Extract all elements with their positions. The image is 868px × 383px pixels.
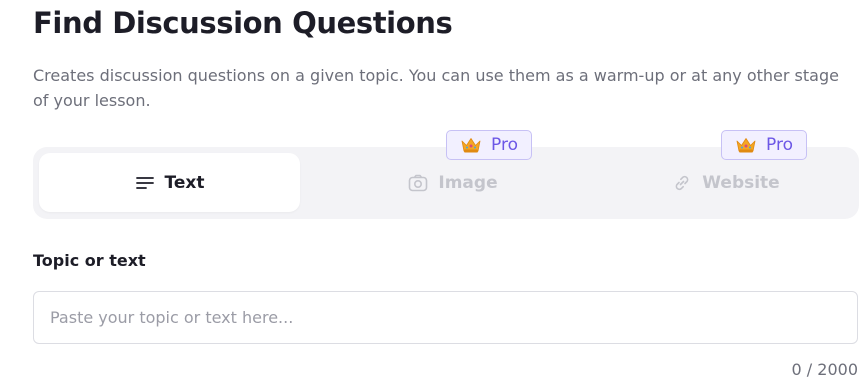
topic-input[interactable] <box>33 291 858 344</box>
pro-badge-label: Pro <box>491 135 518 155</box>
tab-website[interactable]: Website <box>593 153 859 212</box>
tab-image-label: Image <box>438 172 498 193</box>
pro-badge-label: Pro <box>766 135 793 155</box>
topic-field-label: Topic or text <box>33 251 146 270</box>
crown-icon <box>460 136 482 154</box>
tab-website-label: Website <box>702 172 780 193</box>
crown-icon <box>735 136 757 154</box>
pro-badge-website: Pro <box>721 130 807 160</box>
link-icon <box>672 173 692 193</box>
page-title: Find Discussion Questions <box>33 6 453 40</box>
camera-icon <box>408 173 428 193</box>
character-counter: 0 / 2000 <box>791 360 858 379</box>
tab-text-label: Text <box>164 172 205 193</box>
page-description: Creates discussion questions on a given … <box>33 66 839 110</box>
tab-text[interactable]: Text <box>39 153 300 212</box>
tab-image[interactable]: Image <box>333 153 573 212</box>
pro-badge-image: Pro <box>446 130 532 160</box>
text-lines-icon <box>135 173 155 193</box>
